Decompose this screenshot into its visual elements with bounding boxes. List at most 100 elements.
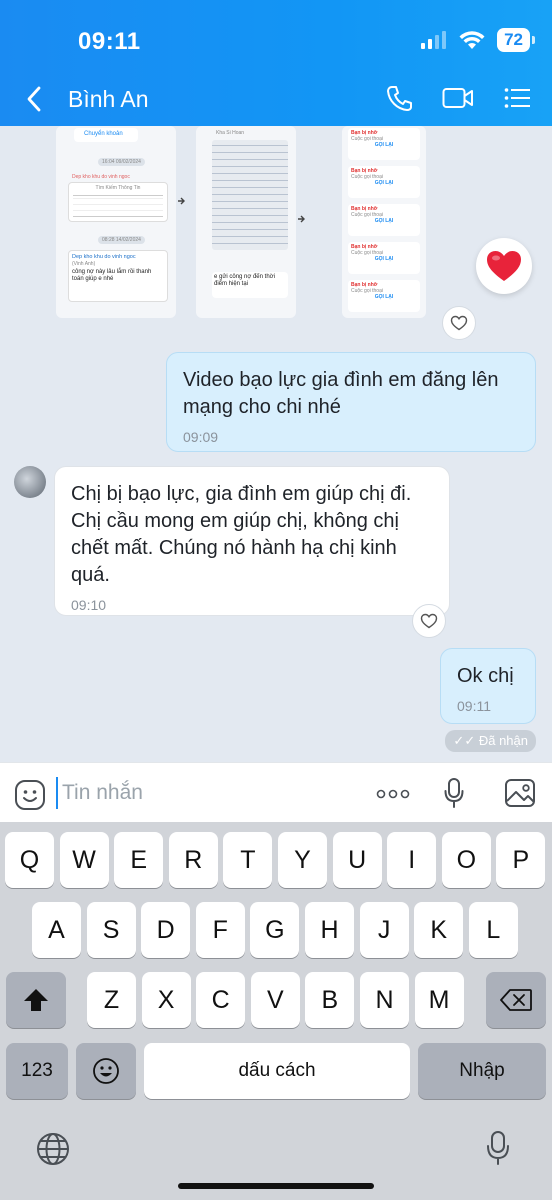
top-bar: 09:11 72 Bình An	[0, 0, 552, 126]
call-back-link: GỌI LẠI	[374, 256, 394, 262]
shift-arrow-icon	[24, 989, 48, 1011]
key-e[interactable]: E	[114, 832, 164, 888]
status-icons: 72	[421, 28, 535, 52]
globe-icon[interactable]	[36, 1132, 70, 1166]
more-options-icon[interactable]	[376, 789, 410, 799]
screenshot-thumb-3[interactable]: Bạn bị nhỡ Cuộc gọi thoại GỌI LẠI Bạn bị nh…	[342, 126, 426, 318]
debt-card: Dep kho khu do vinh ngoc (Vinh Anh) công…	[68, 250, 168, 302]
missed-call-card: Bạn bị nhỡ Cuộc gọi thoại GỌI LẠI	[348, 204, 420, 236]
message-text: Chị bị bạo lực, gia đình em giúp chị đi.…	[71, 483, 412, 586]
table-title: Tìm Kiếm Thông Tin	[95, 185, 141, 191]
message-bubble-incoming[interactable]: Chị bị bạo lực, gia đình em giúp chị đi.…	[54, 466, 450, 616]
key-b[interactable]: B	[305, 972, 355, 1028]
video-call-icon[interactable]	[442, 86, 474, 110]
key-t[interactable]: T	[223, 832, 273, 888]
key-z[interactable]: Z	[87, 972, 136, 1028]
message-input[interactable]: Tin nhắn	[56, 777, 356, 809]
screenshot-thumb-2[interactable]: Kha Si Hoan e gửi công nợ đến thời điểm …	[196, 126, 296, 318]
chat-area[interactable]: Chuyển khoản 16:04 09/02/2024 Dep kho kh…	[0, 126, 552, 762]
seen-status-badge: ✓✓ Đã nhận	[445, 730, 536, 752]
key-d[interactable]: D	[141, 902, 191, 958]
avatar[interactable]	[14, 466, 46, 498]
debt-text: công nợ này lâu lắm rồi thanh toán giúp …	[72, 268, 152, 282]
image-gallery-icon[interactable]	[504, 778, 536, 808]
emoji-key[interactable]	[76, 1043, 136, 1099]
chevron-left-icon	[27, 86, 41, 112]
key-j[interactable]: J	[359, 902, 409, 958]
battery-indicator: 72	[497, 28, 535, 52]
message-time: 09:09	[183, 429, 219, 445]
signal-icon	[421, 31, 447, 49]
back-button[interactable]	[26, 86, 42, 117]
key-w[interactable]: W	[59, 832, 109, 888]
key-s[interactable]: S	[86, 902, 136, 958]
media-date-2: 08:28 14/02/2024	[98, 236, 145, 244]
header-actions	[386, 84, 530, 112]
table-card: Tìm Kiếm Thông Tin	[68, 182, 168, 222]
heart-outline-icon	[450, 315, 468, 331]
missed-call-card: Bạn bị nhỡ Cuộc gọi thoại GỌI LẠI	[348, 128, 420, 160]
like-button[interactable]	[442, 306, 476, 340]
return-key[interactable]: Nhập	[418, 1043, 546, 1099]
heart-reaction[interactable]	[476, 238, 532, 294]
screenshot-thumb-1[interactable]: Chuyển khoản 16:04 09/02/2024 Dep kho kh…	[56, 126, 176, 318]
keyboard: QWERTYUIOP ASDFGHJKL ZXCVBNM 123 dấu các…	[0, 822, 552, 1200]
message-text: Video bạo lực gia đình em đăng lên mạng …	[183, 369, 499, 418]
key-q[interactable]: Q	[5, 832, 54, 888]
sticker-emoji-icon[interactable]	[14, 779, 46, 811]
dictation-microphone-icon[interactable]	[486, 1130, 510, 1166]
key-k[interactable]: K	[414, 902, 464, 958]
key-f[interactable]: F	[195, 902, 245, 958]
forward-arrow-icon[interactable]	[296, 214, 306, 224]
call-back-link: GỌI LẠI	[374, 180, 394, 186]
contact-name[interactable]: Bình An	[68, 86, 149, 113]
key-g[interactable]: G	[250, 902, 300, 958]
shift-key[interactable]	[6, 972, 66, 1028]
microphone-icon[interactable]	[444, 777, 464, 809]
key-a[interactable]: A	[32, 902, 81, 958]
space-key[interactable]: dấu cách	[144, 1043, 410, 1099]
key-r[interactable]: R	[168, 832, 218, 888]
key-c[interactable]: C	[196, 972, 246, 1028]
key-h[interactable]: H	[305, 902, 354, 958]
message-bubble-outgoing[interactable]: Video bạo lực gia đình em đăng lên mạng …	[166, 352, 536, 452]
message-text: Ok chị	[457, 665, 514, 687]
key-p[interactable]: P	[496, 832, 546, 888]
key-v[interactable]: V	[250, 972, 300, 1028]
shared-screenshot-image[interactable]: Chuyển khoản 16:04 09/02/2024 Dep kho kh…	[56, 126, 426, 318]
key-i[interactable]: I	[387, 832, 437, 888]
double-check-icon: ✓✓	[453, 733, 476, 748]
key-o[interactable]: O	[441, 832, 491, 888]
key-y[interactable]: Y	[278, 832, 327, 888]
media-date-1: 16:04 09/02/2024	[98, 158, 145, 166]
missed-call-card: Bạn bị nhỡ Cuộc gọi thoại GỌI LẠI	[348, 280, 420, 312]
backspace-icon	[500, 989, 532, 1011]
key-l[interactable]: L	[468, 902, 518, 958]
call-back-link: GỌI LẠI	[374, 294, 394, 300]
key-n[interactable]: N	[360, 972, 409, 1028]
like-button[interactable]	[412, 604, 446, 638]
forward-arrow-icon[interactable]	[176, 196, 186, 206]
key-m[interactable]: M	[414, 972, 464, 1028]
key-x[interactable]: X	[141, 972, 191, 1028]
wifi-icon	[459, 30, 485, 49]
home-indicator[interactable]	[178, 1183, 374, 1189]
message-composer: Tin nhắn	[0, 762, 552, 822]
menu-list-icon[interactable]	[504, 87, 530, 109]
heart-outline-icon	[420, 613, 438, 629]
numbers-key[interactable]: 123	[6, 1043, 68, 1099]
emoji-icon	[93, 1058, 119, 1084]
message-bubble-outgoing[interactable]: Ok chị 09:11	[440, 648, 536, 724]
debt-sub: (Vinh Anh)	[72, 260, 96, 267]
handwritten-invoice-photo[interactable]	[212, 140, 288, 250]
phone-call-icon[interactable]	[386, 84, 412, 112]
message-time: 09:10	[71, 597, 107, 613]
seen-status-text: Đã nhận	[478, 733, 528, 748]
note-label: Dep kho khu do vinh ngoc	[72, 174, 130, 180]
missed-call-card: Bạn bị nhỡ Cuộc gọi thoại GỌI LẠI	[348, 242, 420, 274]
backspace-key[interactable]	[486, 972, 546, 1028]
missed-call-card: Bạn bị nhỡ Cuộc gọi thoại GỌI LẠI	[348, 166, 420, 198]
call-back-link: GỌI LẠI	[374, 218, 394, 224]
transfer-label: Chuyển khoản	[84, 131, 123, 137]
key-u[interactable]: U	[332, 832, 382, 888]
